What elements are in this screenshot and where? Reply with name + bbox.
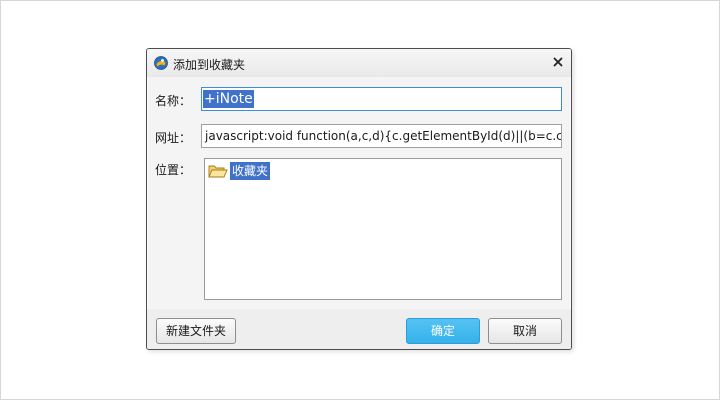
location-label: 位置：: [155, 163, 192, 177]
url-label: 网址：: [155, 131, 192, 145]
close-icon: [553, 56, 563, 70]
ok-button[interactable]: 确定: [406, 318, 480, 344]
folder-open-icon: [208, 163, 228, 179]
tree-item-label: 收藏夹: [230, 162, 271, 180]
add-to-favorites-dialog: 添加到收藏夹 名称： +iNote 网址： javascript:void fu…: [146, 48, 572, 350]
close-button[interactable]: [549, 54, 567, 72]
url-field-value: javascript:void function(a,c,d){c.getEle…: [205, 129, 562, 143]
dialog-title: 添加到收藏夹: [173, 58, 246, 72]
tree-item-favorites[interactable]: 收藏夹: [208, 161, 271, 181]
browser-logo-icon: [154, 56, 168, 70]
dialog-titlebar[interactable]: 添加到收藏夹: [147, 49, 571, 77]
folder-tree[interactable]: 收藏夹: [204, 158, 562, 300]
name-label: 名称：: [155, 94, 192, 108]
url-field[interactable]: javascript:void function(a,c,d){c.getEle…: [201, 124, 562, 148]
name-field-value: +iNote: [203, 90, 254, 108]
new-folder-button[interactable]: 新建文件夹: [156, 318, 236, 344]
cancel-button[interactable]: 取消: [488, 318, 562, 344]
name-field[interactable]: +iNote: [201, 87, 562, 111]
